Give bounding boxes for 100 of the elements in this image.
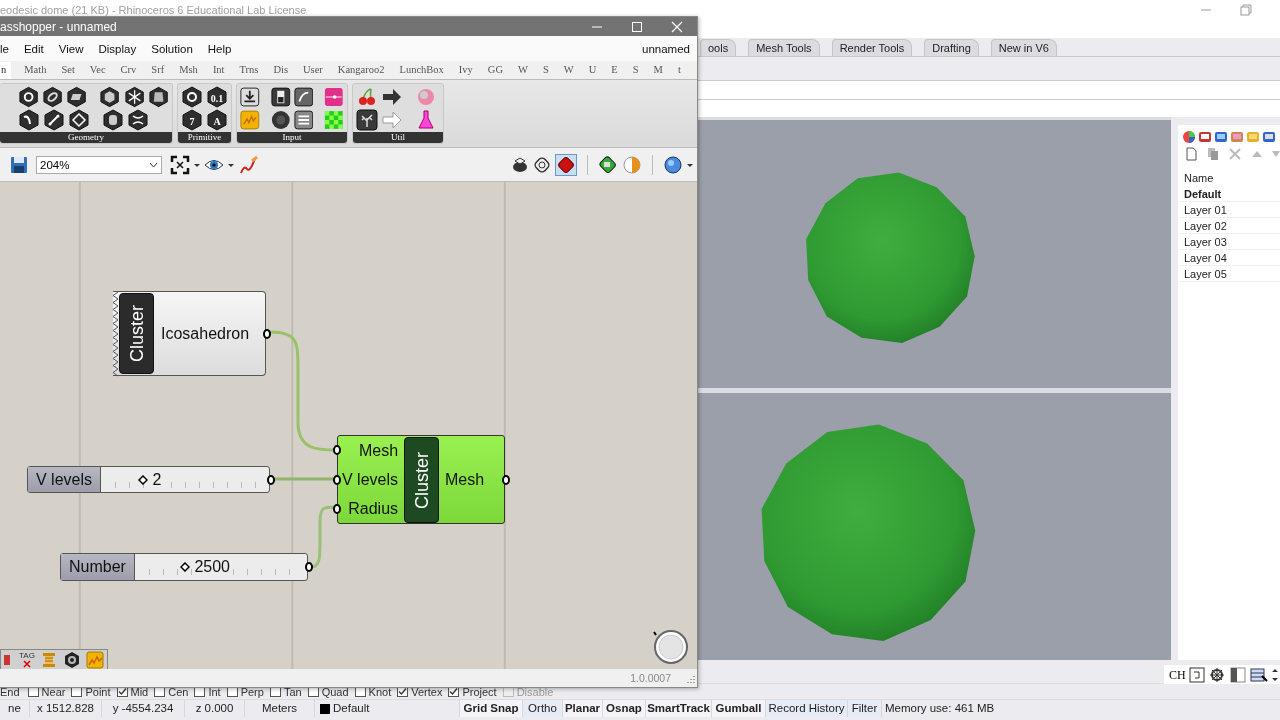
shaded-icon[interactable] xyxy=(555,153,577,176)
preview-icon[interactable] xyxy=(511,155,529,174)
resize-grip[interactable] xyxy=(685,673,695,683)
status-toggle[interactable]: Grid Snap xyxy=(460,700,523,717)
copy-icon[interactable] xyxy=(1206,146,1220,161)
download-icon[interactable] xyxy=(240,85,260,108)
layer-row[interactable]: Default xyxy=(1180,186,1280,202)
hexagon-icon[interactable] xyxy=(181,85,203,108)
list-icon[interactable] xyxy=(293,108,314,131)
toggle-icon[interactable] xyxy=(270,85,291,108)
new-layer-icon[interactable] xyxy=(1184,146,1198,161)
status-toggle[interactable]: Osnap xyxy=(603,700,646,717)
dial-icon[interactable] xyxy=(653,629,689,665)
close-button[interactable] xyxy=(671,20,683,33)
hexagon-icon[interactable] xyxy=(43,108,65,131)
number-slider[interactable]: V levels 2 xyxy=(27,466,270,493)
component-tab[interactable]: W xyxy=(561,62,576,79)
toolbar-tab[interactable]: Drafting xyxy=(924,39,979,56)
hexagon-icon[interactable] xyxy=(42,85,64,108)
toolbar-tab[interactable]: Render Tools xyxy=(831,39,913,56)
status-toggle[interactable]: Record History xyxy=(766,700,848,717)
toolbar-tab[interactable]: New in V6 xyxy=(990,39,1057,56)
menu-item[interactable]: le xyxy=(0,42,9,55)
number-slider[interactable]: Number 2500 xyxy=(60,553,308,581)
hexagon-icon[interactable]: A xyxy=(206,108,228,131)
component-tab[interactable]: Kangaroo2 xyxy=(335,62,387,79)
menu-item[interactable]: Solution xyxy=(151,42,193,55)
component-tab[interactable]: Vec xyxy=(87,62,108,79)
tree-icon[interactable] xyxy=(356,108,378,131)
component-tab[interactable]: Math xyxy=(22,62,49,79)
component-tab[interactable]: LunchBox xyxy=(397,62,446,79)
hexagon-icon[interactable] xyxy=(123,85,145,108)
output-port[interactable] xyxy=(502,474,510,485)
input-port[interactable] xyxy=(333,504,341,515)
component-tab[interactable]: GG xyxy=(485,62,505,79)
component-tab[interactable]: Int xyxy=(210,62,227,79)
layer-row[interactable]: Layer 02 xyxy=(1180,218,1280,234)
component-tab[interactable]: S xyxy=(540,62,551,79)
document-name[interactable]: unnamed xyxy=(642,42,690,55)
menu-item[interactable]: View xyxy=(58,42,84,55)
component-tab[interactable]: Set xyxy=(59,62,77,79)
panel-icon[interactable] xyxy=(1228,667,1247,683)
ribbon-group-label[interactable]: Geometry xyxy=(0,132,172,143)
component-tab[interactable]: Msh xyxy=(177,62,200,79)
cherry-icon[interactable] xyxy=(356,85,378,108)
hexagon-icon[interactable] xyxy=(102,108,124,131)
ribbon-group-label[interactable]: Input xyxy=(237,132,347,143)
checker-icon[interactable] xyxy=(324,108,344,131)
wireframe-icon[interactable] xyxy=(533,155,551,174)
caret-icon[interactable] xyxy=(228,161,234,168)
pen-icon[interactable] xyxy=(238,154,260,175)
flask-icon[interactable] xyxy=(415,108,437,131)
component-tab[interactable]: Srf xyxy=(149,62,167,79)
table-icon[interactable] xyxy=(1249,667,1268,683)
component-tab[interactable]: Ivy xyxy=(456,62,475,79)
toolbar-tab[interactable]: Mesh Tools xyxy=(748,39,820,56)
hexagon-icon[interactable] xyxy=(18,108,40,131)
hexagon-icon[interactable] xyxy=(18,85,40,108)
component-tab[interactable]: U xyxy=(586,62,599,79)
panel-icon[interactable] xyxy=(1262,129,1276,144)
hexagon-icon[interactable]: 7 xyxy=(181,108,203,131)
layer-row[interactable]: Layer 01 xyxy=(1180,202,1280,218)
status-toggle[interactable]: SmartTrack xyxy=(646,700,712,717)
hexagon-icon[interactable]: 0.1 xyxy=(206,85,228,108)
menu-item[interactable]: Display xyxy=(98,42,137,55)
save-icon[interactable] xyxy=(10,155,28,174)
slider-thumb[interactable] xyxy=(138,474,149,485)
component-tab[interactable]: n xyxy=(0,62,12,79)
slider-track[interactable]: 2 xyxy=(115,471,257,488)
cluster-node[interactable]: Cluster Icosahedron xyxy=(113,291,266,376)
hexagon-icon[interactable] xyxy=(66,85,88,108)
hexagon-icon[interactable] xyxy=(99,85,121,108)
toolbar-tab[interactable]: ools xyxy=(700,39,737,56)
component-tab[interactable]: M xyxy=(651,62,665,79)
toolbar-label[interactable]: CH xyxy=(1169,667,1186,683)
zoom-extents-icon[interactable] xyxy=(170,154,190,175)
status-toggle[interactable]: Planar xyxy=(563,700,603,717)
eye-icon[interactable] xyxy=(204,157,224,172)
menu-item[interactable]: Help xyxy=(207,42,232,55)
caret-icon[interactable] xyxy=(194,161,200,168)
component-tab[interactable]: t xyxy=(675,62,683,79)
layer-row[interactable]: Layer 05 xyxy=(1180,266,1280,282)
layer-row[interactable]: Layer 04 xyxy=(1180,250,1280,266)
caret-icon[interactable] xyxy=(687,161,693,168)
zoom-dropdown[interactable]: 204% xyxy=(36,155,162,174)
component-tab[interactable]: S xyxy=(630,62,641,79)
gradient-icon[interactable] xyxy=(324,85,344,108)
status-toggle[interactable]: Filter xyxy=(848,700,882,717)
component-tab[interactable]: W xyxy=(516,62,530,79)
nut-icon[interactable] xyxy=(62,650,81,669)
menu-item[interactable]: Edit xyxy=(23,42,44,55)
output-port[interactable] xyxy=(305,562,313,572)
hexagon-icon[interactable] xyxy=(147,85,169,108)
overflow-icon[interactable] xyxy=(1270,667,1279,683)
gear-icon[interactable] xyxy=(1207,667,1226,683)
hexagon-icon[interactable] xyxy=(68,108,90,131)
output-port[interactable] xyxy=(267,474,275,485)
input-port[interactable] xyxy=(333,444,341,455)
output-port[interactable] xyxy=(263,328,271,339)
circle-icon[interactable] xyxy=(270,108,291,131)
